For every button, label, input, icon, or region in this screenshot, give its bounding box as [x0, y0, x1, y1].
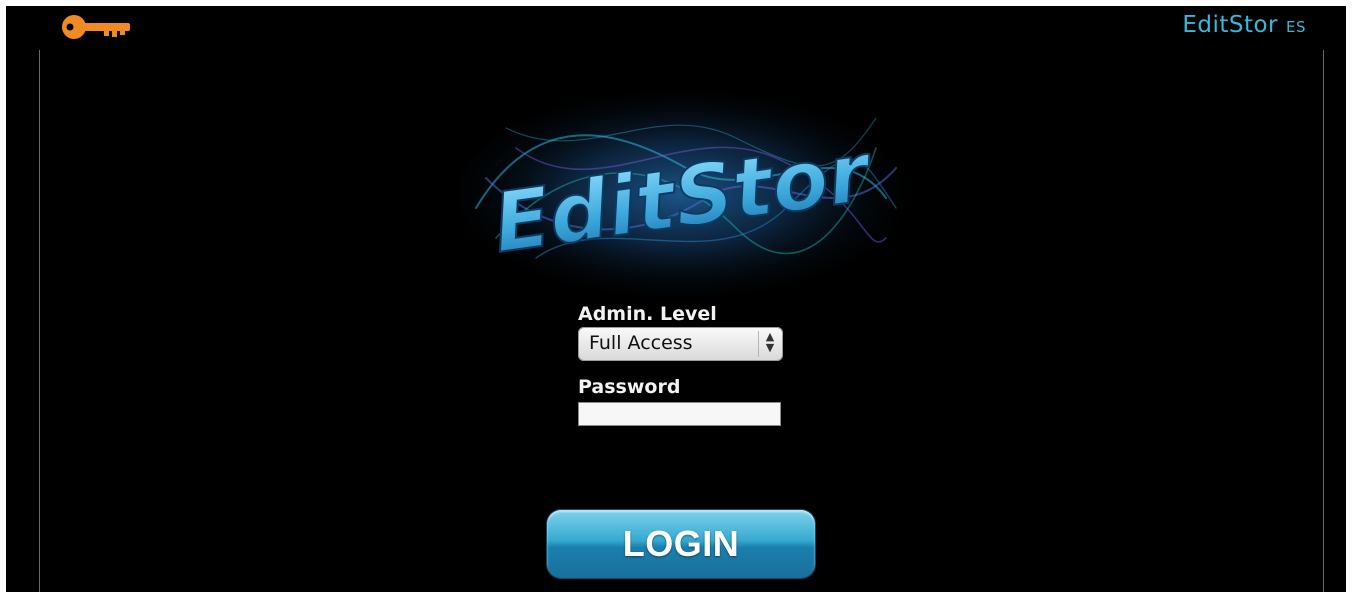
frame-left-border: [39, 50, 40, 592]
frame-right-border: [1323, 50, 1324, 592]
login-form: Admin. Level Full Access ▲ ▼ Password: [578, 302, 798, 426]
app-screen: EditStor ES EditStor Admin. Level Full A…: [6, 6, 1346, 592]
password-field[interactable]: [578, 402, 781, 426]
admin-level-select[interactable]: Full Access ▲ ▼: [578, 327, 783, 361]
login-button[interactable]: LOGIN: [547, 510, 815, 578]
brand-header-sub: ES: [1286, 18, 1306, 36]
login-button-label: LOGIN: [622, 523, 740, 564]
select-divider: [758, 331, 759, 357]
editstor-logo: EditStor: [456, 88, 906, 300]
password-label: Password: [578, 376, 681, 398]
brand-header: EditStor ES: [1182, 12, 1306, 38]
brand-header-word: EditStor: [1182, 12, 1278, 38]
admin-level-label: Admin. Level: [578, 303, 717, 325]
key-icon: [60, 12, 136, 42]
admin-level-value: Full Access: [589, 332, 693, 354]
up-down-arrows-icon: ▲ ▼: [765, 330, 775, 354]
